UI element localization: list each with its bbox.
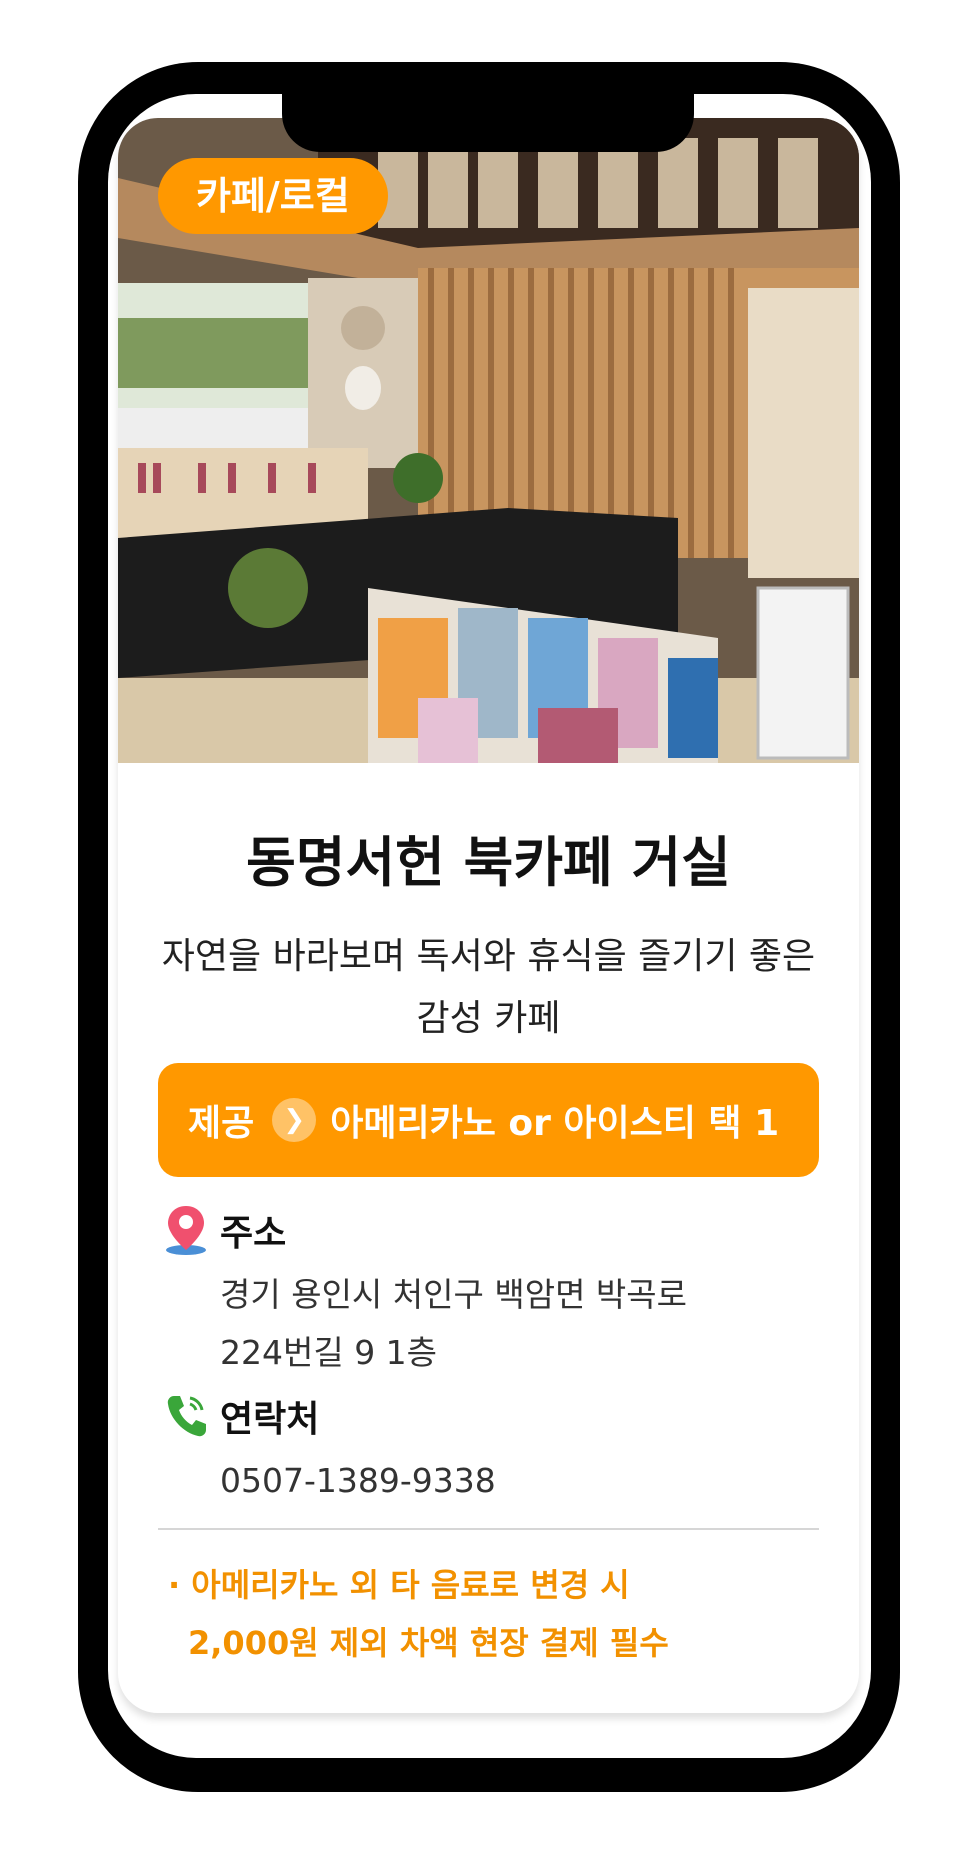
address-line1: 경기 용인시 처인구 백암면 박곡로 <box>220 1275 687 1314</box>
contact-phone[interactable]: 0507-1389-9338 <box>220 1452 496 1510</box>
place-title: 동명서헌 북카페 거실 <box>246 831 731 894</box>
contact-section: 연락처 0507-1389-9338 <box>164 1390 496 1510</box>
phone-notch <box>282 94 694 152</box>
location-pin-icon <box>166 1206 206 1255</box>
address-line2: 224번길 9 1층 <box>220 1333 438 1372</box>
contact-label: 연락처 <box>220 1399 320 1440</box>
divider <box>158 1528 819 1530</box>
address-label: 주소 <box>220 1213 287 1254</box>
chevron-right-icon: ❯ <box>272 1098 317 1142</box>
notice-line2: 2,000원 제외 차액 현장 결제 필수 <box>188 1624 669 1662</box>
notice: · 아메리카노 외 타 음료로 변경 시 2,000원 제외 차액 현장 결제 … <box>168 1556 808 1672</box>
provide-value: 아메리카노 or 아이스티 택 1 <box>330 1103 780 1144</box>
place-card[interactable]: 카페/로컬 동명서헌 북카페 거실 자연을 바라보며 독서와 휴식을 즐기기 좋… <box>118 118 859 1713</box>
place-subtitle: 자연을 바라보며 독서와 휴식을 즐기기 좋은 감성 카페 <box>161 936 816 1039</box>
provide-banner: 제공 ❯ 아메리카노 or 아이스티 택 1 <box>158 1063 819 1177</box>
provide-label: 제공 <box>188 1103 255 1144</box>
category-badge: 카페/로컬 <box>158 158 388 234</box>
notice-line1: · 아메리카노 외 타 음료로 변경 시 <box>168 1566 630 1604</box>
address-section: 주소 경기 용인시 처인구 백암면 박곡로 224번길 9 1층 <box>164 1204 687 1382</box>
phone-icon <box>167 1396 206 1437</box>
